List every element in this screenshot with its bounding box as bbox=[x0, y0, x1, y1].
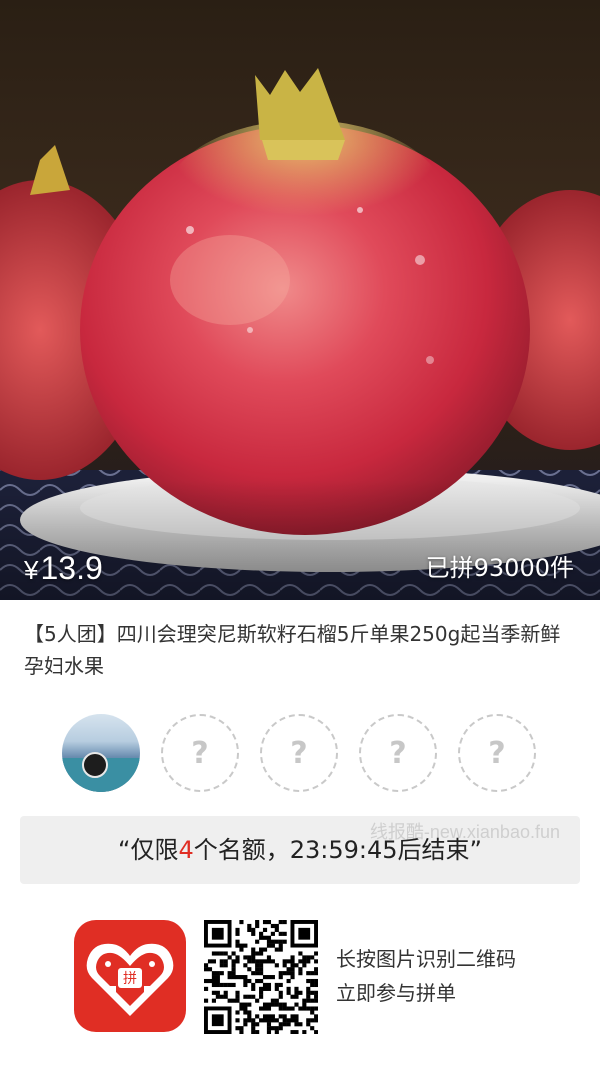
avatar bbox=[62, 714, 140, 792]
quota-prefix: “仅限 bbox=[118, 836, 179, 864]
empty-member-slot: ? bbox=[458, 714, 536, 792]
empty-member-slot: ? bbox=[359, 714, 437, 792]
scan-line-2: 立即参与拼单 bbox=[336, 981, 456, 1005]
scan-line-1: 长按图片识别二维码 bbox=[336, 947, 516, 971]
empty-member-slot: ? bbox=[161, 714, 239, 792]
quota-suffix: 个名额，23:59:45后结束” bbox=[193, 836, 482, 864]
scan-instructions: 长按图片识别二维码 立即参与拼单 bbox=[336, 942, 516, 1010]
sold-count: 已拼93000件 bbox=[425, 554, 574, 582]
quota-text: “仅限4个名额，23:59:45后结束” bbox=[20, 832, 580, 868]
pinduoduo-app-icon: 拼 bbox=[74, 920, 186, 1032]
group-members: ? ? ? ? bbox=[62, 714, 536, 792]
empty-member-slot: ? bbox=[260, 714, 338, 792]
price-value: 13.9 bbox=[40, 550, 103, 586]
product-image: ¥13.9 已拼93000件 bbox=[0, 0, 600, 600]
svg-text:拼: 拼 bbox=[123, 971, 137, 987]
product-price: ¥13.9 bbox=[24, 548, 103, 590]
product-title: 【5人团】四川会理突尼斯软籽石榴5斤单果250g起当季新鲜孕妇水果 bbox=[24, 622, 561, 678]
currency-symbol: ¥ bbox=[24, 555, 39, 585]
quota-banner: 线报酷-new.xianbao.fun “仅限4个名额，23:59:45后结束” bbox=[20, 816, 580, 884]
qr-code bbox=[204, 920, 319, 1035]
quota-count: 4 bbox=[178, 836, 194, 864]
